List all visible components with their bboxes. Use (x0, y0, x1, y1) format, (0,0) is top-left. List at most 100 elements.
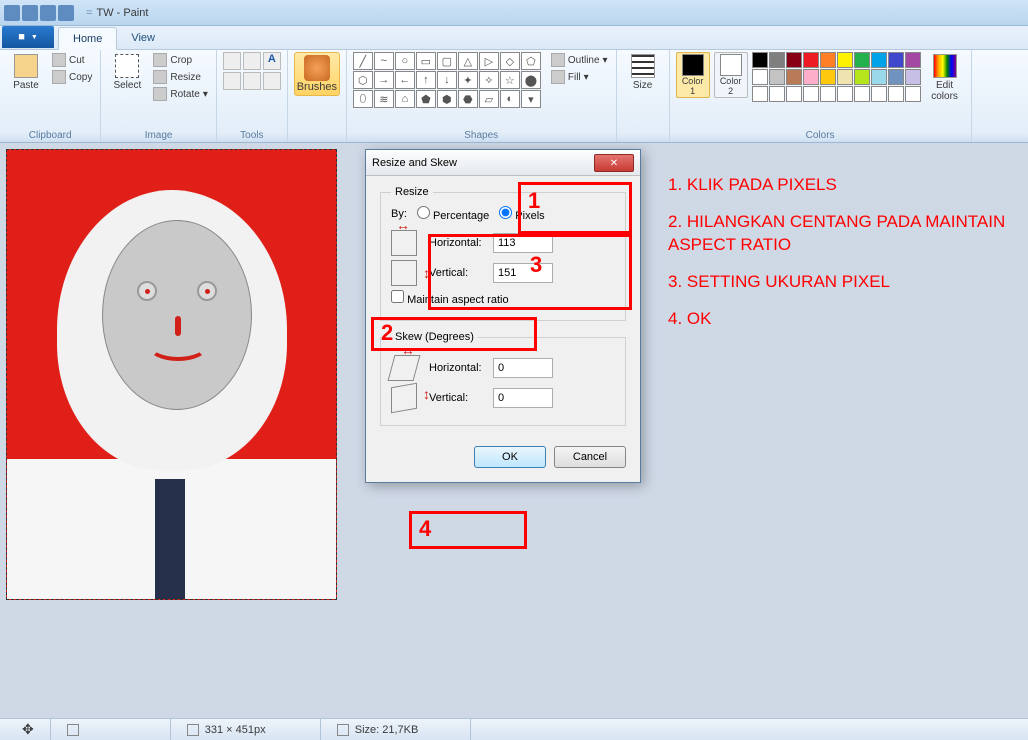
zoom-tool[interactable] (263, 72, 281, 90)
palette-swatch[interactable] (803, 86, 819, 102)
color2-swatch (720, 54, 742, 76)
edit-colors-button[interactable]: Edit colors (925, 52, 965, 104)
fill-tool[interactable] (243, 52, 261, 70)
rotate-button[interactable]: Rotate ▾ (151, 86, 210, 102)
face-eye-right (197, 281, 217, 301)
group-image: Select Crop Resize Rotate ▾ Image (101, 50, 217, 142)
color1-button[interactable]: Color 1 (676, 52, 710, 98)
ok-button[interactable]: OK (474, 446, 546, 468)
resize-icon (153, 70, 167, 84)
group-size: Size (617, 50, 670, 142)
palette-swatch[interactable] (786, 52, 802, 68)
cut-button[interactable]: Cut (50, 52, 94, 68)
palette-swatch[interactable] (905, 52, 921, 68)
dialog-titlebar[interactable]: Resize and Skew ✕ (366, 150, 640, 176)
palette-swatch[interactable] (803, 52, 819, 68)
file-menu-button[interactable]: ■▼ (2, 26, 54, 48)
group-tools: A Tools (217, 50, 288, 142)
skew-horizontal-input[interactable] (493, 358, 553, 378)
copy-button[interactable]: Copy (50, 69, 94, 85)
palette-swatch[interactable] (769, 52, 785, 68)
select-button[interactable]: Select (107, 52, 147, 93)
palette-swatch[interactable] (837, 86, 853, 102)
size-button[interactable]: Size (623, 52, 663, 93)
palette-swatch[interactable] (820, 86, 836, 102)
palette-swatch[interactable] (888, 52, 904, 68)
color-palette[interactable] (752, 52, 921, 102)
selection-size-icon (67, 724, 79, 736)
app-name: Paint (123, 7, 148, 19)
eraser-tool[interactable] (223, 72, 241, 90)
percentage-radio[interactable]: Percentage (417, 206, 489, 222)
palette-swatch[interactable] (854, 86, 870, 102)
palette-swatch[interactable] (854, 52, 870, 68)
crop-icon (153, 53, 167, 67)
face-mouth (148, 331, 208, 361)
crop-button[interactable]: Crop (151, 52, 210, 68)
palette-swatch[interactable] (769, 86, 785, 102)
window-titlebar: = TW - Paint (0, 0, 1028, 26)
skew-vertical-input[interactable] (493, 388, 553, 408)
rotate-icon (153, 87, 167, 101)
step-2: 2. HILANGKAN CENTANG PADA MAINTAIN ASPEC… (668, 211, 1008, 257)
palette-swatch[interactable] (888, 69, 904, 85)
palette-swatch[interactable] (769, 69, 785, 85)
undo-icon[interactable] (40, 5, 56, 21)
callout-num-1: 1 (528, 188, 540, 214)
dialog-title: Resize and Skew (372, 157, 594, 169)
group-clipboard: Paste Cut Copy Clipboard (0, 50, 101, 142)
callout-box-2 (371, 317, 537, 351)
skew-horizontal-icon (388, 355, 421, 381)
brushes-button[interactable]: Brushes (294, 52, 340, 96)
paste-button[interactable]: Paste (6, 52, 46, 93)
palette-swatch[interactable] (854, 69, 870, 85)
shape-outline-button[interactable]: Outline ▾ (549, 52, 610, 68)
tab-view[interactable]: View (117, 26, 169, 49)
palette-swatch[interactable] (820, 52, 836, 68)
palette-swatch[interactable] (888, 86, 904, 102)
save-icon[interactable] (22, 5, 38, 21)
palette-swatch[interactable] (837, 69, 853, 85)
select-icon (115, 54, 139, 78)
photo-face-obscured (102, 220, 252, 410)
palette-swatch[interactable] (752, 69, 768, 85)
cancel-button[interactable]: Cancel (554, 446, 626, 468)
palette-swatch[interactable] (837, 52, 853, 68)
shapes-gallery[interactable]: ╱~○▭▢△▷◇⬠ ⬡→←↑↓✦✧☆⬤ ⬯≋⌂⬟⬢⬣▱◐▾ (353, 52, 541, 108)
palette-swatch[interactable] (803, 69, 819, 85)
palette-swatch[interactable] (871, 86, 887, 102)
palette-swatch[interactable] (871, 69, 887, 85)
group-shapes: ╱~○▭▢△▷◇⬠ ⬡→←↑↓✦✧☆⬤ ⬯≋⌂⬟⬢⬣▱◐▾ Outline ▾ … (347, 50, 617, 142)
picker-tool[interactable] (243, 72, 261, 90)
qa-icon[interactable] (4, 5, 20, 21)
palette-swatch[interactable] (786, 69, 802, 85)
quick-access-toolbar (4, 5, 74, 21)
palette-swatch[interactable] (786, 86, 802, 102)
paste-icon (14, 54, 38, 78)
tab-home[interactable]: Home (58, 27, 117, 50)
redo-icon[interactable] (58, 5, 74, 21)
palette-swatch[interactable] (905, 86, 921, 102)
copy-icon (52, 70, 66, 84)
pencil-tool[interactable] (223, 52, 241, 70)
palette-swatch[interactable] (871, 52, 887, 68)
palette-swatch[interactable] (752, 86, 768, 102)
edit-colors-icon (933, 54, 957, 78)
shape-fill-button[interactable]: Fill ▾ (549, 69, 610, 85)
cut-icon (52, 53, 66, 67)
palette-swatch[interactable] (905, 69, 921, 85)
canvas-image[interactable] (6, 149, 337, 600)
ribbon: Paste Cut Copy Clipboard Select Crop Res… (0, 50, 1028, 143)
callout-num-4: 4 (419, 516, 431, 542)
text-tool[interactable]: A (263, 52, 281, 70)
resize-button[interactable]: Resize (151, 69, 210, 85)
skew-vertical-icon (391, 383, 417, 414)
color1-swatch (682, 54, 704, 76)
cursor-position-icon: ✥ (16, 721, 34, 738)
ribbon-tabs: ■▼ Home View (0, 26, 1028, 50)
palette-swatch[interactable] (752, 52, 768, 68)
dialog-close-button[interactable]: ✕ (594, 154, 634, 172)
palette-swatch[interactable] (820, 69, 836, 85)
color2-button[interactable]: Color 2 (714, 52, 748, 98)
status-bar: ✥ 331 × 451px Size: 21,7KB (0, 718, 1028, 740)
